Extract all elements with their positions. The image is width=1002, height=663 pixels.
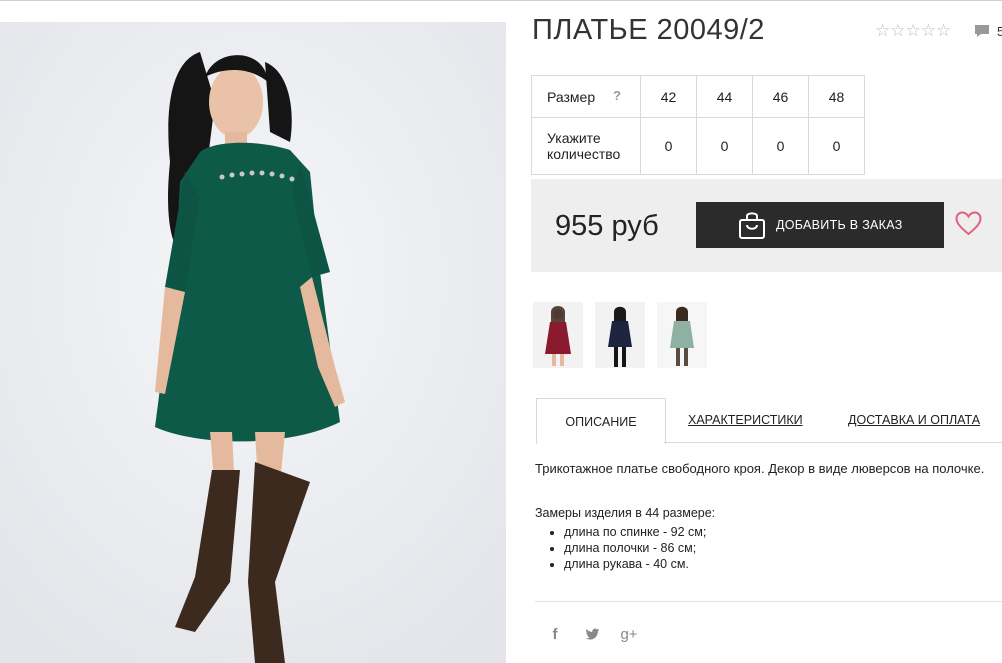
- size-help-icon[interactable]: ?: [613, 88, 621, 103]
- product-title: ПЛАТЬЕ 20049/2: [532, 14, 765, 46]
- quantity-input[interactable]: 0: [696, 117, 753, 175]
- facebook-icon[interactable]: f: [545, 624, 565, 644]
- google-plus-icon[interactable]: g+: [619, 624, 639, 644]
- top-divider: [0, 0, 1002, 1]
- quantity-input[interactable]: 0: [640, 117, 697, 175]
- twitter-icon[interactable]: [582, 624, 602, 644]
- measurements-list: длина по спинке - 92 см; длина полочки -…: [550, 524, 706, 572]
- twitter-bird-glyph: [585, 628, 599, 640]
- quantity-label: Укажите количество: [531, 117, 641, 175]
- quantity-input[interactable]: 0: [808, 117, 865, 175]
- price-box: 955 руб ДОБАВИТЬ В ЗАКАЗ: [531, 179, 1002, 272]
- shopping-bag-icon: [739, 212, 765, 239]
- tab-delivery-payment[interactable]: ДОСТАВКА И ОПЛАТА: [848, 398, 980, 442]
- size-label-cell: Размер ?: [531, 75, 641, 118]
- bottom-divider: [535, 601, 1002, 602]
- quantity-input[interactable]: 0: [752, 117, 809, 175]
- size-label: Размер: [547, 88, 596, 105]
- list-item: длина рукава - 40 см.: [564, 556, 706, 572]
- tab-description[interactable]: ОПИСАНИЕ: [536, 398, 666, 444]
- description-text: Трикотажное платье свободного кроя. Деко…: [535, 461, 985, 476]
- main-product-photo[interactable]: [0, 22, 506, 663]
- measurements-title: Замеры изделия в 44 размере:: [535, 506, 716, 520]
- rating-stars-text: ☆☆☆☆☆: [875, 21, 952, 40]
- rating-stars[interactable]: ☆☆☆☆☆: [875, 22, 951, 40]
- size-value: 44: [696, 75, 753, 118]
- list-item: длина полочки - 86 см;: [564, 540, 706, 556]
- comment-icon[interactable]: [974, 24, 990, 38]
- comment-count: 5: [997, 24, 1002, 39]
- thumbnail-mint[interactable]: [657, 302, 707, 368]
- size-table: Размер ? 42 44 46 48 Укажите количество …: [531, 75, 865, 175]
- thumbnail-navy[interactable]: [595, 302, 645, 368]
- tabs-divider: [664, 442, 1002, 443]
- size-value: 42: [640, 75, 697, 118]
- wishlist-heart-icon[interactable]: [955, 211, 982, 236]
- add-to-order-button[interactable]: ДОБАВИТЬ В ЗАКАЗ: [696, 202, 944, 248]
- tab-characteristics[interactable]: ХАРАКТЕРИСТИКИ: [688, 398, 803, 442]
- size-value: 48: [808, 75, 865, 118]
- price: 955 руб: [555, 210, 659, 242]
- add-to-order-label: ДОБАВИТЬ В ЗАКАЗ: [776, 218, 903, 232]
- thumbnail-burgundy[interactable]: [533, 302, 583, 368]
- size-value: 46: [752, 75, 809, 118]
- list-item: длина по спинке - 92 см;: [564, 524, 706, 540]
